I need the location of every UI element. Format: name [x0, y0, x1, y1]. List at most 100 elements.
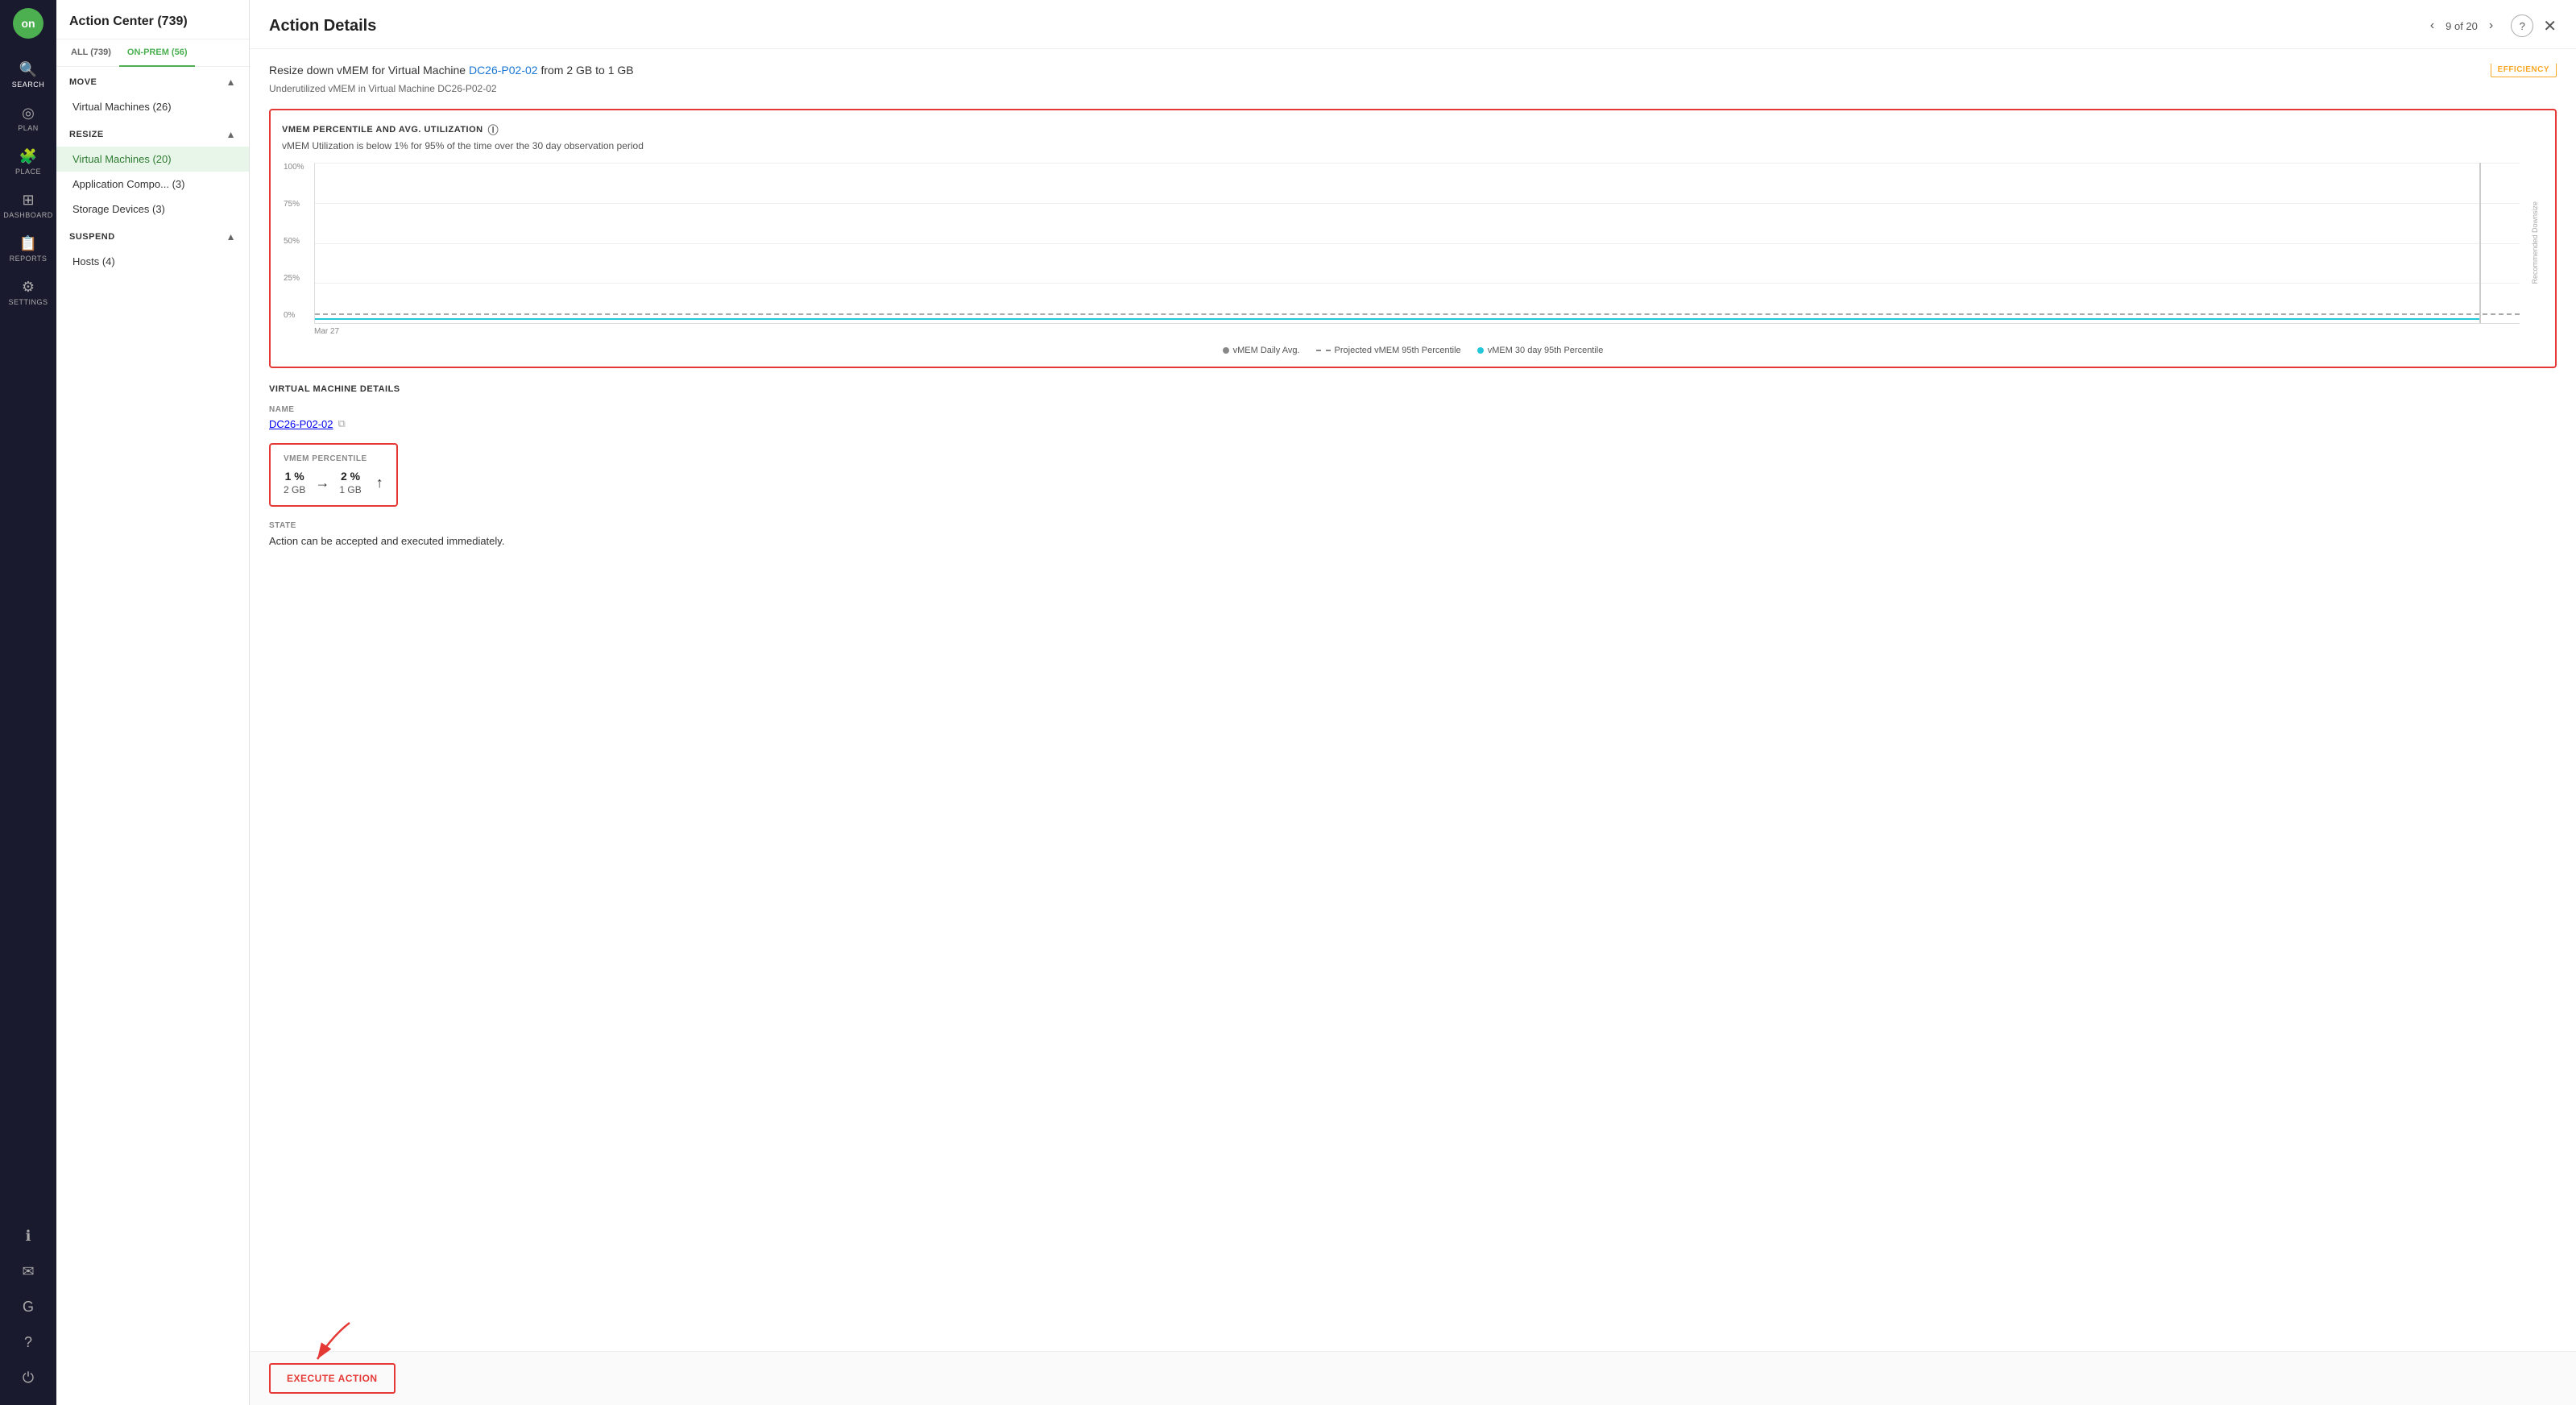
section-suspend-label: SUSPEND: [69, 232, 115, 242]
vm-name-link[interactable]: DC26-P02-02: [269, 418, 333, 430]
help-icon: ?: [24, 1334, 32, 1351]
name-field-label: NAME: [269, 405, 2557, 414]
section-resize-label: RESIZE: [69, 130, 104, 139]
chart-section-title: VMEM PERCENTILE AND AVG. UTILIZATION ⓘ: [282, 122, 2544, 137]
action-title-prefix: Resize down vMEM for Virtual Machine: [269, 64, 469, 77]
action-title-link[interactable]: DC26-P02-02: [469, 64, 538, 77]
nav-mail[interactable]: ✉: [22, 1255, 34, 1291]
nav-power[interactable]: ⏻: [22, 1361, 34, 1397]
y-label-0: 0%: [284, 311, 304, 320]
name-field-value: DC26-P02-02 ⧉: [269, 417, 2557, 430]
panel-footer: EXECUTE ACTION: [250, 1351, 2576, 1405]
up-arrow-icon: ↑: [376, 475, 383, 491]
prev-action-button[interactable]: ‹: [2425, 15, 2439, 36]
execute-action-container: EXECUTE ACTION: [269, 1363, 396, 1394]
section-move-header[interactable]: MOVE ▲: [56, 67, 249, 94]
place-icon: 🧩: [19, 148, 37, 165]
dashboard-icon: ⊞: [22, 192, 34, 209]
nav-info[interactable]: ℹ: [22, 1220, 34, 1255]
y-label-100: 100%: [284, 163, 304, 172]
tab-on-prem[interactable]: ON-PREM (56): [119, 39, 196, 67]
y-label-50: 50%: [284, 237, 304, 246]
nav-place[interactable]: 🧩 PLACE: [0, 140, 56, 184]
chart-info-icon[interactable]: ⓘ: [488, 122, 499, 137]
sidebar-tabs: ALL (739) ON-PREM (56): [56, 39, 249, 67]
legend-label-daily: vMEM Daily Avg.: [1233, 346, 1300, 355]
nav-g[interactable]: G: [22, 1291, 34, 1326]
nav-plan-label: PLAN: [18, 124, 39, 132]
arrow-right-icon: →: [315, 475, 329, 491]
vmem-from-col: 1 % 2 GB: [284, 470, 305, 495]
nav-dashboard[interactable]: ⊞ DASHBOARD: [0, 184, 56, 227]
chevron-up-icon: ▲: [226, 77, 236, 88]
nav-settings[interactable]: ⚙ SETTINGS: [0, 271, 56, 314]
nav-reports[interactable]: 📋 REPORTS: [0, 227, 56, 271]
action-counter: 9 of 20: [2446, 20, 2478, 32]
nav-plan[interactable]: ◎ PLAN: [0, 97, 56, 140]
action-title: Resize down vMEM for Virtual Machine DC2…: [269, 64, 2557, 77]
section-resize: RESIZE ▲ Virtual Machines (20) Applicati…: [56, 119, 249, 222]
execute-action-button[interactable]: EXECUTE ACTION: [269, 1363, 396, 1394]
panel-body: EFFICIENCY Resize down vMEM for Virtual …: [250, 49, 2576, 1351]
chart-container: 100% 75% 50% 25% 0%: [314, 163, 2520, 336]
help-button[interactable]: ?: [2511, 15, 2533, 37]
section-suspend-header[interactable]: SUSPEND ▲: [56, 222, 249, 249]
copy-icon[interactable]: ⧉: [338, 417, 346, 430]
tab-all[interactable]: ALL (739): [63, 39, 119, 67]
chart-drawing-area: Recommended Downsize: [314, 163, 2520, 324]
sidebar-item-hosts[interactable]: Hosts (4): [56, 249, 249, 274]
sidebar-item-vms-move[interactable]: Virtual Machines (26): [56, 94, 249, 119]
vm-details-title: VIRTUAL MACHINE DETAILS: [269, 384, 2557, 394]
vmem-chart-section: VMEM PERCENTILE AND AVG. UTILIZATION ⓘ v…: [269, 109, 2557, 368]
reports-icon: 📋: [19, 235, 37, 252]
vmem-to-gb: 1 GB: [339, 484, 361, 495]
power-icon: ⏻: [23, 1370, 34, 1386]
y-axis-labels: 100% 75% 50% 25% 0%: [284, 163, 304, 320]
downsize-line: [2479, 163, 2481, 323]
next-action-button[interactable]: ›: [2484, 15, 2498, 36]
gridline-50: [315, 243, 2520, 244]
gridline-25: [315, 283, 2520, 284]
nav-search[interactable]: 🔍 SEARCH: [0, 53, 56, 97]
legend-daily-avg: vMEM Daily Avg.: [1223, 346, 1300, 355]
vmem-percentile-box: VMEM PERCENTILE 1 % 2 GB → 2 % 1 GB ↑: [269, 443, 398, 507]
downsize-label: Recommended Downsize: [2531, 201, 2539, 284]
chart-description: vMEM Utilization is below 1% for 95% of …: [282, 140, 2544, 151]
x-axis-label: Mar 27: [314, 327, 2520, 336]
action-title-row: EFFICIENCY Resize down vMEM for Virtual …: [269, 64, 2557, 80]
nav-place-label: PLACE: [15, 168, 41, 176]
vmem-box-title: VMEM PERCENTILE: [284, 454, 383, 463]
nav-reports-label: REPORTS: [10, 255, 48, 263]
search-icon: 🔍: [19, 61, 37, 78]
vmem-from-pct: 1 %: [284, 470, 305, 483]
projected-line: [315, 313, 2520, 315]
chart-legend: vMEM Daily Avg. Projected vMEM 95th Perc…: [282, 346, 2544, 355]
legend-percentile: vMEM 30 day 95th Percentile: [1477, 346, 1604, 355]
app-logo: on: [13, 8, 43, 39]
downsize-label-container: Recommended Downsize: [2531, 163, 2539, 323]
icon-navigation: on 🔍 SEARCH ◎ PLAN 🧩 PLACE ⊞ DASHBOARD 📋…: [0, 0, 56, 1405]
vmem-values: 1 % 2 GB → 2 % 1 GB ↑: [284, 470, 383, 495]
y-label-75: 75%: [284, 200, 304, 209]
efficiency-badge: EFFICIENCY: [2491, 64, 2557, 77]
plan-icon: ◎: [22, 105, 35, 122]
g-icon: G: [23, 1299, 34, 1316]
vmem-from-gb: 2 GB: [284, 484, 305, 495]
nav-help[interactable]: ?: [22, 1326, 34, 1361]
section-move: MOVE ▲ Virtual Machines (26): [56, 67, 249, 119]
section-resize-header[interactable]: RESIZE ▲: [56, 119, 249, 147]
y-label-25: 25%: [284, 274, 304, 283]
sidebar-item-app-compo[interactable]: Application Compo... (3): [56, 172, 249, 197]
legend-label-projected: Projected vMEM 95th Percentile: [1335, 346, 1461, 355]
panel-header: Action Details ‹ 9 of 20 › ? ✕: [250, 0, 2576, 49]
nav-search-label: SEARCH: [12, 81, 45, 89]
gridline-100: [315, 163, 2520, 164]
sidebar-item-storage[interactable]: Storage Devices (3): [56, 197, 249, 222]
legend-dot-daily: [1223, 347, 1229, 354]
panel-navigation: ‹ 9 of 20 › ? ✕: [2425, 15, 2557, 37]
close-button[interactable]: ✕: [2543, 16, 2557, 36]
section-suspend: SUSPEND ▲ Hosts (4): [56, 222, 249, 274]
sidebar-item-vms-resize[interactable]: Virtual Machines (20): [56, 147, 249, 172]
gridline-75: [315, 203, 2520, 204]
action-title-suffix: from 2 GB to 1 GB: [538, 64, 634, 77]
